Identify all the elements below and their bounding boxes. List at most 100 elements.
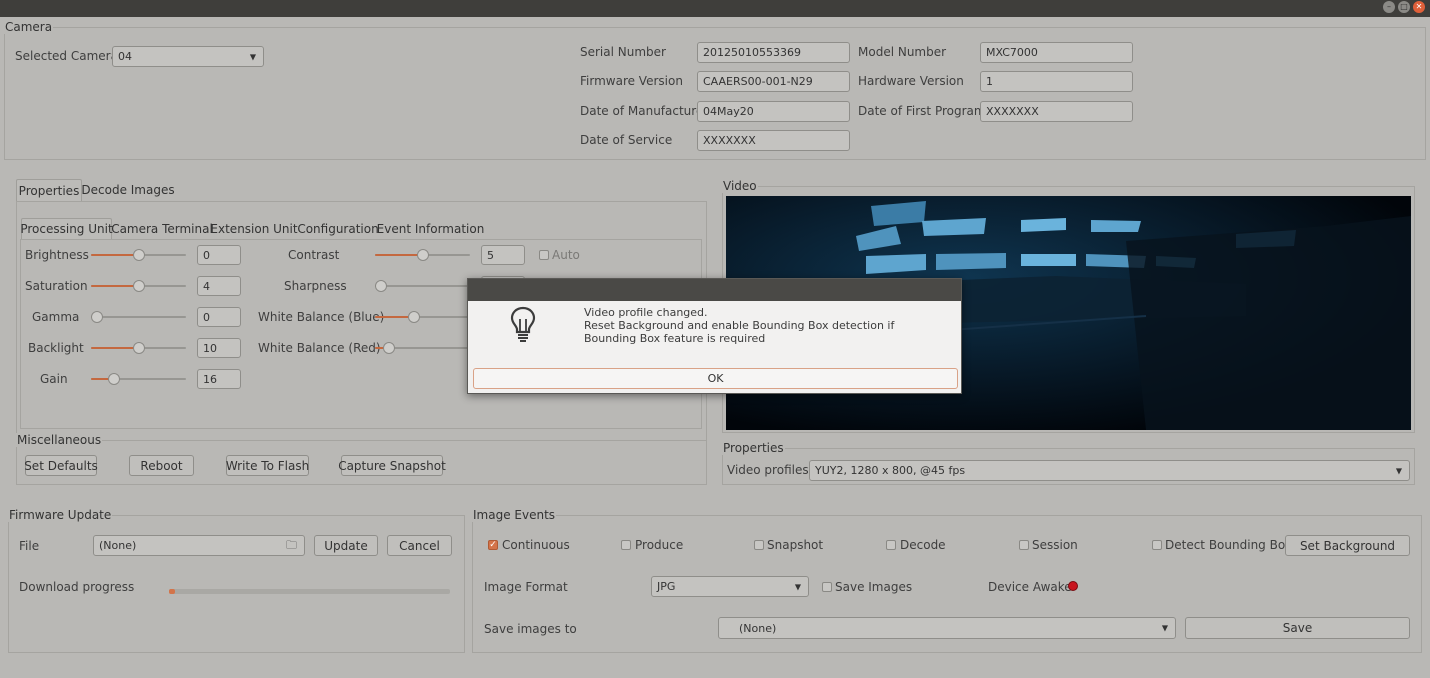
dialog-message-line1: Video profile changed. — [584, 306, 708, 319]
auto-label: Auto — [552, 248, 580, 262]
image-format-dropdown[interactable]: JPG ▼ — [651, 576, 809, 597]
video-profiles-dropdown[interactable]: YUY2, 1280 x 800, @45 fps ▼ — [809, 460, 1410, 481]
backlight-label: Backlight — [28, 341, 84, 355]
set-defaults-button[interactable]: Set Defaults — [24, 455, 98, 476]
tab-properties[interactable]: Properties — [16, 179, 82, 201]
firmware-update-title: Firmware Update — [8, 508, 113, 522]
slider-handle[interactable] — [91, 311, 103, 323]
continuous-checkbox[interactable]: ✓ — [488, 540, 498, 550]
maximize-icon[interactable]: □ — [1398, 1, 1410, 13]
white-balance-blue-label: White Balance (Blue) — [258, 310, 385, 324]
cancel-button[interactable]: Cancel — [387, 535, 452, 556]
slider-handle[interactable] — [408, 311, 421, 323]
saturation-slider[interactable] — [91, 278, 186, 294]
detect-bounding-box-checkbox[interactable] — [1152, 540, 1162, 550]
firmware-version-field[interactable]: CAAERS00-001-N29 — [697, 71, 850, 92]
backlight-value[interactable]: 10 — [197, 338, 241, 358]
window-titlebar: – □ ✕ — [0, 0, 1430, 17]
model-number-field[interactable]: MXC7000 — [980, 42, 1133, 63]
slider-handle[interactable] — [132, 249, 145, 261]
dialog-header — [468, 279, 961, 301]
gain-value[interactable]: 16 — [197, 369, 241, 389]
date-of-manufacture-field[interactable]: 04May20 — [697, 101, 850, 122]
serial-number-label: Serial Number — [580, 45, 666, 59]
folder-icon[interactable]: 🗀 — [286, 536, 297, 555]
date-of-manufacture-label: Date of Manufacture — [580, 104, 704, 118]
ok-button[interactable]: OK — [473, 368, 958, 389]
date-of-service-field[interactable]: XXXXXXX — [697, 130, 850, 151]
continuous-label: Continuous — [502, 538, 570, 552]
subtab-camera-terminal[interactable]: Camera Terminal — [111, 218, 213, 239]
selected-camera-dropdown[interactable]: 04 ▼ — [112, 46, 264, 67]
snapshot-label: Snapshot — [767, 538, 824, 552]
hardware-version-field[interactable]: 1 — [980, 71, 1133, 92]
backlight-slider[interactable] — [91, 340, 186, 356]
brightness-label: Brightness — [25, 248, 89, 262]
reboot-button[interactable]: Reboot — [129, 455, 194, 476]
subtab-event-information[interactable]: Event Information — [377, 218, 485, 239]
subtab-processing-unit[interactable]: Processing Unit — [20, 218, 113, 239]
save-button[interactable]: Save — [1185, 617, 1410, 639]
video-profile-dialog: Video profile changed. Reset Background … — [467, 278, 962, 394]
brightness-value[interactable]: 0 — [197, 245, 241, 265]
device-awake-label: Device Awake — [988, 580, 1072, 594]
contrast-value[interactable]: 5 — [481, 245, 525, 265]
slider-handle[interactable] — [132, 342, 145, 354]
gamma-value[interactable]: 0 — [197, 307, 241, 327]
white-balance-red-label: White Balance (Red) — [258, 341, 381, 355]
gamma-slider[interactable] — [91, 309, 186, 325]
save-images-to-dropdown[interactable]: (None) ▼ — [718, 617, 1176, 639]
subtab-configuration[interactable]: Configuration — [297, 218, 378, 239]
gain-label: Gain — [40, 372, 68, 386]
download-progress-fill — [169, 589, 175, 594]
selected-camera-label: Selected Camera — [15, 49, 118, 63]
capture-snapshot-button[interactable]: Capture Snapshot — [338, 455, 446, 476]
white-balance-red-slider[interactable] — [375, 340, 470, 356]
tab-decode-images[interactable]: Decode Images — [81, 179, 174, 201]
slider-fill — [91, 347, 139, 349]
image-format-label: Image Format — [484, 580, 568, 594]
model-number-label: Model Number — [858, 45, 947, 59]
slider-handle[interactable] — [107, 373, 120, 385]
save-images-label: Save Images — [835, 580, 913, 594]
date-of-first-program-field[interactable]: XXXXXXX — [980, 101, 1133, 122]
slider-fill — [375, 254, 423, 256]
write-to-flash-button[interactable]: Write To Flash — [226, 455, 309, 476]
slider-handle[interactable] — [383, 342, 396, 354]
slider-fill — [91, 254, 139, 256]
date-of-service-label: Date of Service — [580, 133, 673, 147]
subtab-extension-unit[interactable]: Extension Unit — [210, 218, 297, 239]
produce-checkbox[interactable] — [621, 540, 631, 550]
slider-handle[interactable] — [375, 280, 387, 292]
lightbulb-icon — [509, 305, 537, 343]
produce-label: Produce — [635, 538, 684, 552]
snapshot-checkbox[interactable] — [754, 540, 764, 550]
serial-number-field[interactable]: 20125010553369 — [697, 42, 850, 63]
save-images-checkbox[interactable] — [822, 582, 832, 592]
dialog-message-line2: Reset Background and enable Bounding Box… — [584, 319, 895, 345]
slider-handle[interactable] — [416, 249, 429, 261]
file-field[interactable]: (None) 🗀 — [93, 535, 305, 556]
slider-handle[interactable] — [132, 280, 145, 292]
video-profiles-value: YUY2, 1280 x 800, @45 fps — [815, 464, 966, 477]
saturation-value[interactable]: 4 — [197, 276, 241, 296]
sharpness-slider[interactable] — [375, 278, 470, 294]
auto-checkbox[interactable] — [539, 250, 549, 260]
gamma-label: Gamma — [32, 310, 80, 324]
file-label: File — [19, 539, 40, 553]
white-balance-blue-slider[interactable] — [375, 309, 470, 325]
camera-group-title: Camera — [4, 20, 54, 34]
close-icon[interactable]: ✕ — [1413, 1, 1425, 13]
update-button[interactable]: Update — [314, 535, 378, 556]
chevron-down-icon: ▼ — [794, 582, 801, 591]
sharpness-label: Sharpness — [284, 279, 347, 293]
contrast-slider[interactable] — [375, 247, 470, 263]
session-checkbox[interactable] — [1019, 540, 1029, 550]
minimize-icon[interactable]: – — [1383, 1, 1395, 13]
dialog-message: Video profile changed. Reset Background … — [584, 306, 944, 345]
brightness-slider[interactable] — [91, 247, 186, 263]
gain-slider[interactable] — [91, 371, 186, 387]
decode-checkbox[interactable] — [886, 540, 896, 550]
firmware-version-label: Firmware Version — [580, 74, 683, 88]
set-background-button[interactable]: Set Background — [1285, 535, 1410, 556]
